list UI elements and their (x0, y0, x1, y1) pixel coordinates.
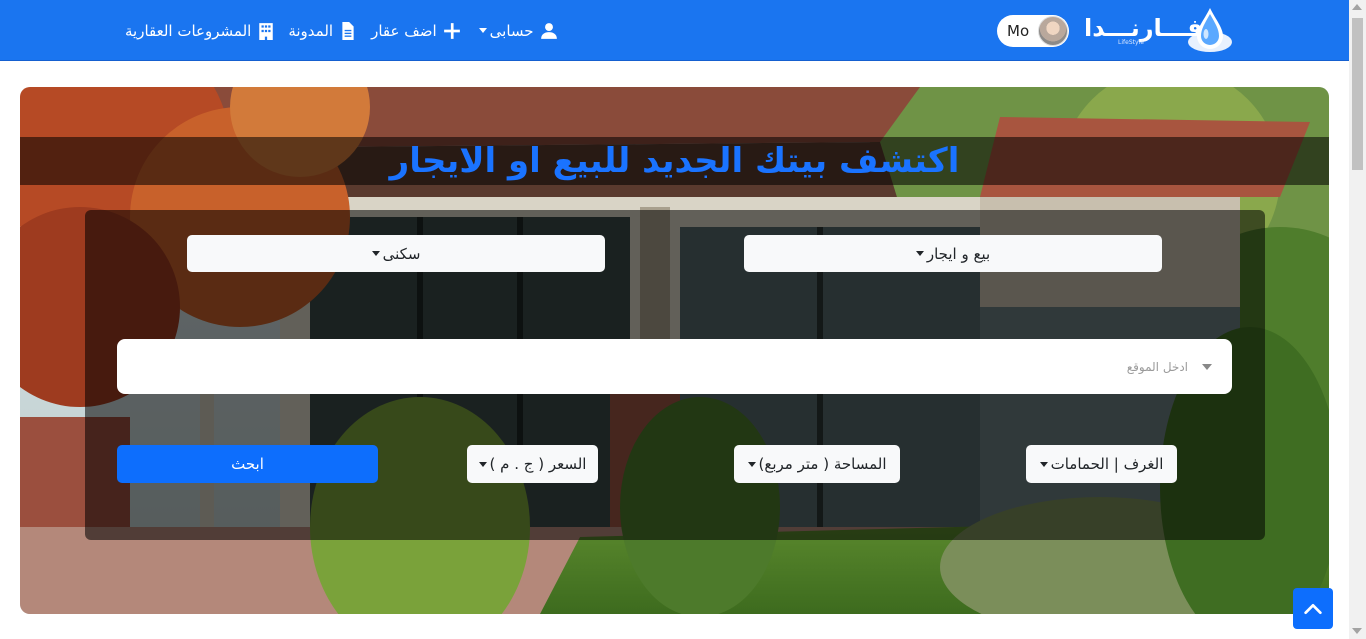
nav-add-property[interactable]: اضف عقار (371, 22, 461, 40)
top-navbar: حسابى اضف عقار المدونة المشروعات العقاري… (0, 0, 1349, 61)
nav-add-property-label: اضف عقار (371, 21, 437, 40)
scroll-up-arrow[interactable] (1352, 4, 1362, 10)
chevron-down-icon (1039, 461, 1048, 467)
listing-type-select[interactable]: بيع و ايجار (744, 235, 1162, 272)
nav-blog-label: المدونة (288, 21, 334, 40)
property-category-select[interactable]: سكنى (187, 235, 605, 272)
chevron-down-icon (747, 461, 756, 467)
rooms-baths-select[interactable]: الغرف | الحمامات (1026, 445, 1177, 483)
hero-section: اكتشف بيتك الجديد للبيع او الايجار بيع و… (20, 87, 1329, 614)
hero-title-band: اكتشف بيتك الجديد للبيع او الايجار (20, 137, 1329, 185)
nav-blog[interactable]: المدونة (288, 21, 357, 40)
dropdown-arrow-icon (1202, 363, 1212, 370)
plus-icon (443, 22, 461, 40)
back-to-top-button[interactable] (1293, 588, 1333, 629)
area-label: المساحة ( متر مربع) (758, 455, 887, 473)
listing-type-value: بيع و ايجار (926, 244, 991, 263)
building-icon (257, 22, 275, 40)
nav-links: حسابى اضف عقار المدونة المشروعات العقاري… (125, 0, 558, 61)
search-button[interactable]: ابحث (117, 445, 378, 483)
location-placeholder: ادخل الموقع (1126, 359, 1188, 374)
rooms-baths-label: الغرف | الحمامات (1050, 455, 1164, 473)
location-input[interactable]: ادخل الموقع (117, 339, 1232, 394)
chevron-up-icon (1304, 603, 1322, 614)
price-select[interactable]: السعر ( ج . م ) (467, 445, 598, 483)
area-select[interactable]: المساحة ( متر مربع) (734, 445, 900, 483)
logo-subtitle: LifeStyle (1118, 39, 1144, 46)
property-category-value: سكنى (382, 244, 421, 263)
logo-text: فـــارنـــدا (1084, 14, 1203, 42)
chevron-down-icon (478, 461, 487, 467)
nav-projects-label: المشروعات العقارية (125, 21, 252, 40)
user-menu[interactable]: Mo (997, 15, 1069, 47)
scroll-down-arrow[interactable] (1352, 628, 1362, 634)
avatar (1038, 16, 1068, 46)
site-logo[interactable]: فـــارنـــدا LifeStyle (1084, 6, 1234, 54)
water-drop-icon (1188, 8, 1232, 52)
chevron-down-icon (478, 28, 487, 33)
nav-projects[interactable]: المشروعات العقارية (125, 22, 275, 40)
user-name: Mo (1007, 22, 1030, 40)
chevron-down-icon (371, 251, 380, 256)
user-icon (540, 22, 558, 40)
chevron-down-icon (915, 251, 924, 256)
hero-title: اكتشف بيتك الجديد للبيع او الايجار (389, 141, 960, 181)
price-label: السعر ( ج . م ) (489, 455, 587, 473)
file-icon (339, 21, 357, 40)
nav-account[interactable]: حسابى (478, 21, 558, 40)
nav-account-label: حسابى (489, 21, 534, 40)
scroll-thumb[interactable] (1352, 18, 1363, 170)
